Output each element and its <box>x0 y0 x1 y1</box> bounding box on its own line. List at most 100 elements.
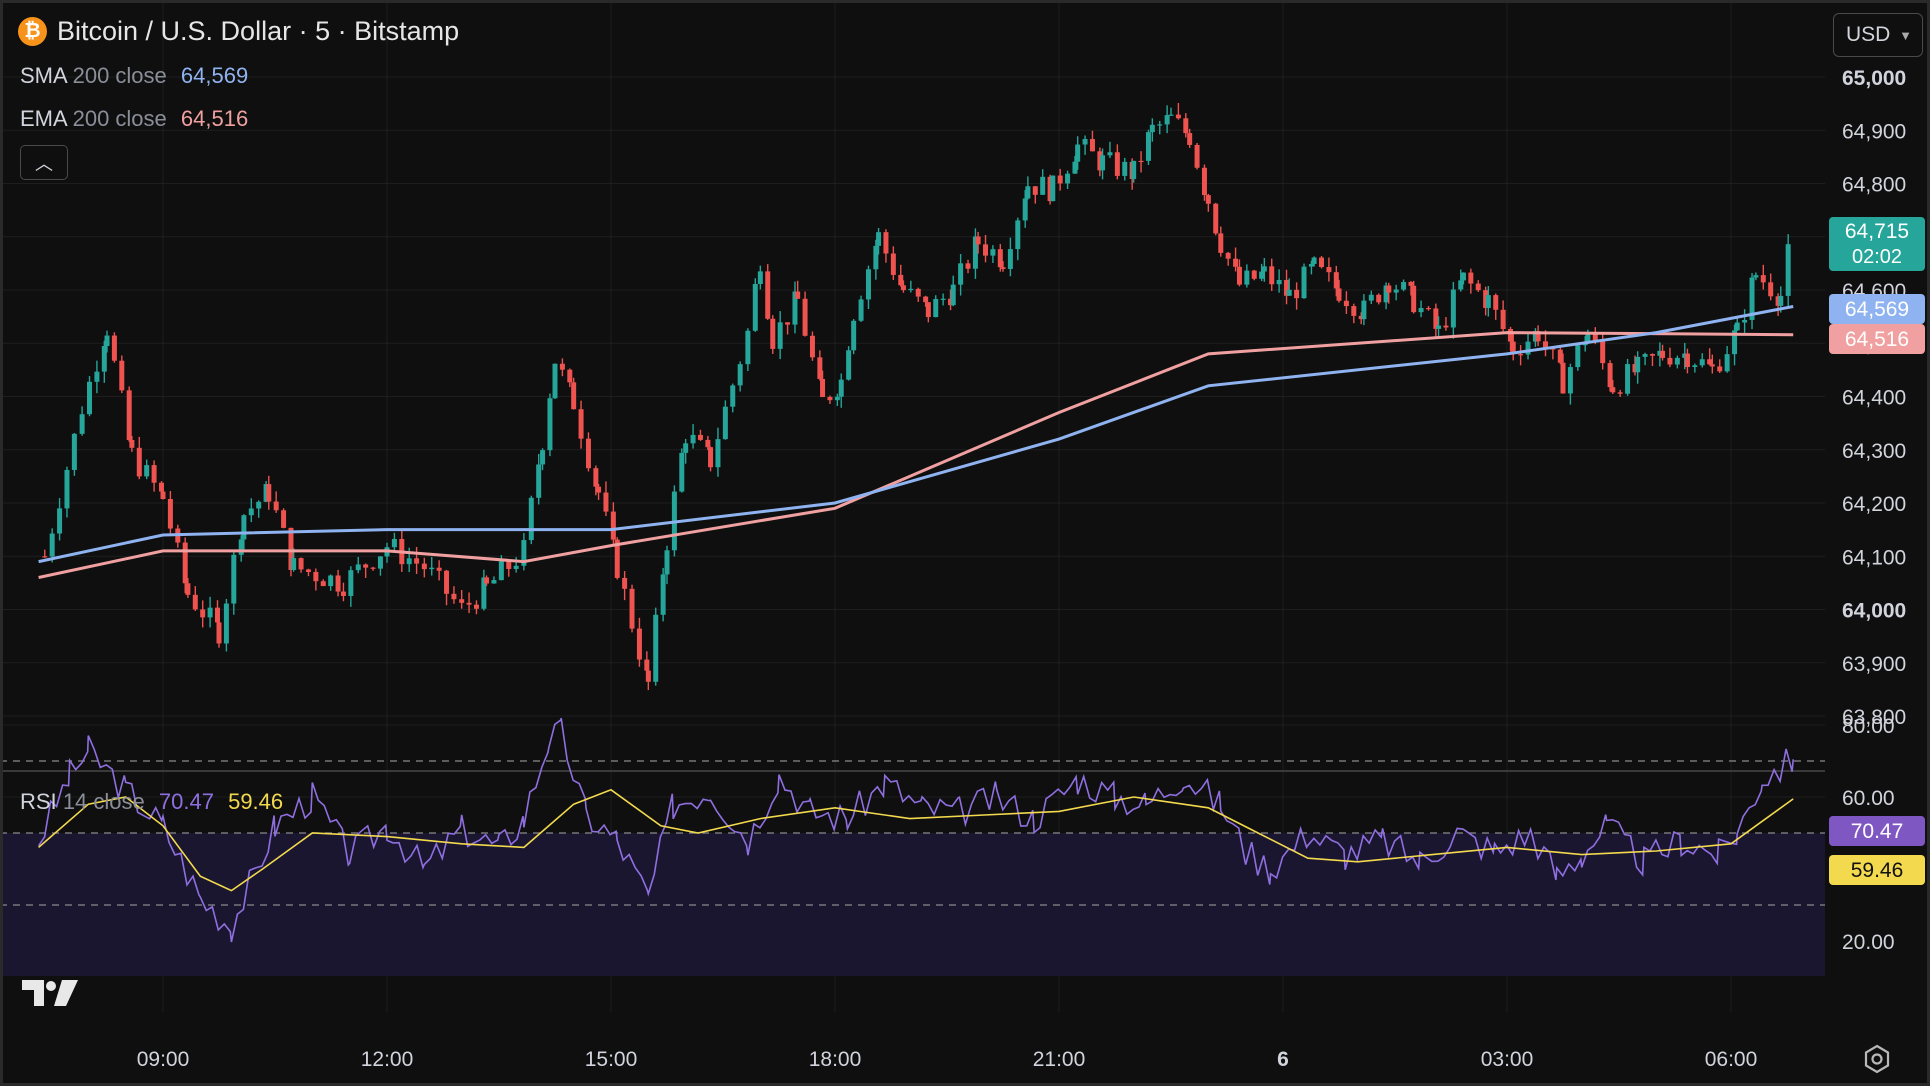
candle-body <box>1187 133 1193 145</box>
candle-body <box>1734 322 1740 331</box>
candle-body <box>506 561 512 569</box>
candle-body <box>466 602 472 605</box>
candle-body <box>975 236 981 245</box>
candle-body <box>266 484 272 502</box>
rsi-ma-legend-value: 59.46 <box>228 789 284 814</box>
candle-body <box>571 382 577 410</box>
rsi-legend[interactable]: RSI 14 close 70.47 59.46 <box>20 789 283 815</box>
candle-body <box>1401 282 1407 290</box>
candle-body <box>94 371 100 382</box>
candle-body <box>705 439 711 448</box>
candle-body <box>540 450 546 465</box>
candle-body <box>111 335 117 361</box>
candle-body <box>809 335 815 358</box>
candle-body <box>1175 114 1181 119</box>
candle-body <box>622 577 628 589</box>
candle-body <box>990 249 996 256</box>
candle-body <box>1261 266 1267 272</box>
candle-body <box>406 558 412 565</box>
candle-body <box>1361 300 1367 320</box>
candle-body <box>1649 354 1655 356</box>
candle-body <box>49 533 55 557</box>
candle-body <box>79 414 85 434</box>
candle-body <box>923 296 929 303</box>
candle-body <box>827 396 833 401</box>
candle-body <box>1560 362 1566 394</box>
candle-body <box>207 607 213 618</box>
candle-body <box>1667 357 1673 365</box>
ema-legend[interactable]: EMA 200 close 64,516 <box>20 106 248 132</box>
candle-body <box>1607 363 1613 388</box>
price-axis[interactable]: 65,00064,90064,80064,70064,60064,50064,4… <box>1842 67 1906 729</box>
candle-body <box>585 438 591 469</box>
candle-body <box>596 486 602 493</box>
rsi-value-tag: 70.47 <box>1851 820 1904 843</box>
candle-body <box>1236 266 1242 285</box>
currency-selector[interactable]: USD ▼ <box>1833 13 1923 57</box>
candle-body <box>683 443 689 453</box>
rsi-legend-name: RSI <box>20 789 57 814</box>
candle-body <box>846 350 852 380</box>
candle-body <box>328 575 334 587</box>
candle-body <box>876 232 882 246</box>
candle-body <box>664 550 670 575</box>
candle-body <box>513 565 519 569</box>
candle-body <box>1218 233 1224 253</box>
candle-body <box>820 378 826 397</box>
candle-body <box>1122 161 1128 176</box>
candle-body <box>660 574 666 615</box>
settings-gear-icon[interactable] <box>1862 1044 1892 1074</box>
candle-body <box>817 357 823 379</box>
symbol-header[interactable]: ₿ Bitcoin / U.S. Dollar · 5 · Bitstamp <box>18 16 459 47</box>
candle-body <box>64 469 70 509</box>
candle-body <box>129 440 135 448</box>
sma-legend[interactable]: SMA 200 close 64,569 <box>20 63 248 89</box>
candle-body <box>1333 272 1339 289</box>
candle-body <box>1684 353 1690 368</box>
candle-body <box>997 249 1003 268</box>
candle-body <box>1168 114 1174 116</box>
price-axis-label: 64,400 <box>1842 387 1906 410</box>
candle-body <box>1244 270 1250 285</box>
candle-body <box>335 575 341 592</box>
candle-body <box>567 369 573 383</box>
candle-body <box>1518 354 1524 356</box>
price-chart[interactable]: 65,00064,90064,80064,70064,60064,50064,4… <box>0 0 1930 1086</box>
candle-body <box>223 603 229 644</box>
candle-body <box>167 498 173 529</box>
candle-body <box>414 558 420 564</box>
candle-body <box>1411 285 1417 313</box>
candle-body <box>298 558 304 570</box>
currency-label: USD <box>1846 23 1891 46</box>
candle-body <box>1368 294 1374 301</box>
candle-body <box>1458 280 1464 290</box>
candle-body <box>151 465 157 483</box>
tradingview-logo-icon[interactable] <box>22 978 80 1008</box>
price-axis-label: 64,200 <box>1842 493 1906 516</box>
candle-body <box>473 604 479 609</box>
candle-body <box>1057 175 1063 184</box>
candle-body <box>898 274 904 286</box>
bitcoin-icon: ₿ <box>18 17 47 46</box>
candle-body <box>1194 144 1200 168</box>
candle-body <box>1089 139 1095 152</box>
candle-body <box>915 288 921 297</box>
time-axis[interactable]: 09:00 12:00 15:00 18:00 21:00 6 03:00 06:00 <box>137 1048 1758 1071</box>
candle-body <box>1138 160 1144 163</box>
time-axis-label: 21:00 <box>1033 1048 1086 1071</box>
candle-body <box>1286 289 1292 296</box>
candle-body <box>1500 309 1506 330</box>
candle-body <box>1157 124 1163 126</box>
candle-body <box>1742 319 1748 323</box>
candle-body <box>320 581 326 587</box>
price-axis-label: 64,300 <box>1842 440 1906 463</box>
candle-body <box>858 299 864 321</box>
candle-body <box>1393 289 1399 293</box>
collapse-legend-button[interactable]: ︿ <box>20 145 68 180</box>
candle-body <box>1443 325 1449 328</box>
candle-body <box>1418 308 1424 313</box>
time-axis-label: 15:00 <box>585 1048 638 1071</box>
candle-body <box>1225 252 1231 259</box>
candle-body <box>873 245 879 270</box>
candle-body <box>391 539 397 548</box>
